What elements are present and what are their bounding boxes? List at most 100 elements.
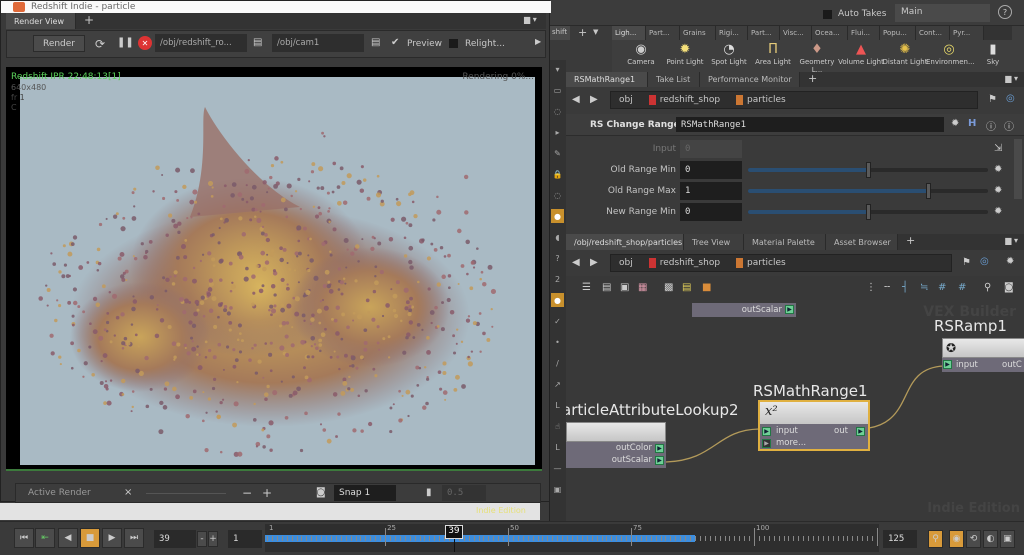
view-tool-icon[interactable]: • — [551, 335, 564, 349]
shelf-tab[interactable]: Grains — [680, 26, 716, 40]
stop-icon[interactable]: ✕ — [138, 36, 152, 50]
shelf-tool[interactable]: ◎ Environmen... — [926, 42, 975, 66]
zoom-slider[interactable] — [146, 493, 226, 494]
grid-snap-icon[interactable]: # — [958, 282, 966, 293]
add-tab-icon[interactable]: + — [578, 26, 587, 39]
zoom-out-button[interactable]: − — [242, 486, 252, 500]
crumb-obj[interactable]: obj — [619, 95, 633, 105]
view-tool-icon[interactable]: ↗ — [551, 377, 564, 391]
step-back-button[interactable]: ⇤ — [35, 528, 55, 548]
shelf-tool[interactable]: ◉ Camera — [618, 42, 664, 66]
view-tool-icon[interactable]: ● — [551, 293, 564, 307]
align-icon[interactable]: ⋮ — [866, 282, 876, 293]
network-box-icon[interactable]: ■ — [702, 282, 711, 293]
current-frame-field[interactable]: 39 — [154, 530, 196, 548]
loop-button[interactable]: ⟲ — [966, 530, 981, 548]
shelf-tool[interactable]: ✹ Point Light — [662, 42, 708, 66]
options-button[interactable]: ▣ — [1000, 530, 1015, 548]
view-tool-icon[interactable]: ☝ — [551, 419, 564, 433]
output-port[interactable]: ▶ — [785, 305, 794, 314]
step-field[interactable]: 1 — [228, 530, 262, 548]
pane-menu-icon[interactable]: ▆ ▾ — [1005, 236, 1018, 245]
link-icon[interactable]: ◎ — [980, 256, 989, 267]
shelf-tab[interactable]: Pyr... — [950, 26, 984, 40]
view-tool-icon[interactable]: ✎ — [551, 146, 564, 160]
rop-path-field[interactable]: /obj/redshift_ro... — [155, 34, 247, 52]
crumb-particles[interactable]: particles — [736, 258, 786, 268]
param-scrollbar[interactable] — [1014, 139, 1022, 199]
timeline-bar[interactable]: 1 25 50 75 100 39 — [265, 524, 879, 552]
more-port[interactable]: ▶ — [762, 439, 771, 448]
pause-icon[interactable]: ❚❚ — [117, 37, 134, 48]
snapshot-icon[interactable]: ◙ — [316, 487, 326, 498]
path-breadcrumb[interactable]: obj redshift_shop particles — [610, 254, 952, 272]
camera-path-field[interactable]: /obj/cam1 — [272, 34, 364, 52]
active-render-select[interactable]: Active Render — [28, 488, 91, 498]
back-icon[interactable]: ◀ — [572, 257, 580, 268]
view-tool-icon[interactable]: ◖ — [551, 230, 564, 244]
shelf-tab[interactable]: Rigi... — [716, 26, 748, 40]
gear-icon[interactable]: ✹ — [994, 206, 1002, 217]
node-name-field[interactable]: RSMathRange1 — [676, 117, 944, 132]
view-tool-icon[interactable]: ▾ — [551, 62, 564, 76]
render-viewport[interactable]: Redshift IPR 22:48:13[1] 640x480 fr 1 C … — [6, 67, 542, 471]
play-button[interactable]: ▶ — [102, 528, 122, 548]
gear-icon[interactable]: ✹ — [994, 185, 1002, 196]
key-button[interactable]: ⚲ — [928, 530, 943, 548]
expand-arrow-icon[interactable]: ▶ — [535, 37, 541, 46]
slider-handle[interactable] — [866, 204, 871, 220]
dash-icon[interactable]: ╌ — [884, 282, 890, 293]
shelf-tab[interactable]: Popu... — [880, 26, 916, 40]
output-port[interactable]: ▶ — [655, 444, 664, 453]
shelf-tool[interactable]: ▮ Sky — [970, 42, 1016, 66]
shelf-tool[interactable]: ▲ Volume Light — [838, 42, 884, 66]
param-slider[interactable] — [748, 204, 988, 220]
zoom-in-button[interactable]: + — [262, 486, 272, 500]
grid-icon[interactable]: # — [938, 282, 946, 293]
param-value-field[interactable]: 0 — [680, 161, 742, 179]
tab[interactable]: Material Palette — [744, 234, 826, 250]
shelf-tab[interactable]: Part... — [646, 26, 680, 40]
shelf-left-tab[interactable]: shift — [550, 26, 570, 40]
pane-menu-icon[interactable]: ▆ ▾ — [524, 15, 537, 24]
shelf-tab[interactable]: Visc... — [780, 26, 812, 40]
shelf-tool[interactable]: ♦ Geometry L... — [794, 42, 840, 74]
view-tool-icon[interactable]: L — [551, 398, 564, 412]
question-icon[interactable]: ⓘ — [1004, 118, 1014, 133]
tab[interactable]: Take List — [648, 72, 700, 87]
shelf-tab[interactable]: Cont... — [916, 26, 950, 40]
audio-button[interactable]: ◐ — [983, 530, 998, 548]
tab[interactable]: /obj/redshift_shop/particles — [566, 234, 684, 250]
tab[interactable]: RSMathRange1 — [566, 72, 648, 87]
view-tool-icon[interactable]: ? — [551, 251, 564, 265]
path-breadcrumb[interactable]: obj redshift_shop particles — [610, 91, 978, 109]
param-slider[interactable] — [748, 183, 988, 199]
crumb-obj[interactable]: obj — [619, 258, 633, 268]
shelf-tool[interactable]: ✺ Distant Light — [882, 42, 928, 66]
select-camera-icon[interactable]: ▤ — [371, 37, 380, 48]
forward-icon[interactable]: ▶ — [590, 94, 598, 105]
input-port[interactable]: ▶ — [762, 427, 771, 436]
back-icon[interactable]: ◀ — [572, 94, 580, 105]
shelf-tab[interactable]: Part... — [748, 26, 780, 40]
refresh-icon[interactable]: ⟳ — [95, 37, 105, 51]
pin-icon[interactable]: ⚑ — [962, 257, 971, 268]
jump-end-button[interactable]: ⏭ — [124, 528, 144, 548]
view-tool-icon[interactable]: ▸ — [551, 125, 564, 139]
pane-menu-icon[interactable]: ▆ ▾ — [1005, 74, 1018, 83]
frame-decrement[interactable]: - — [197, 531, 207, 547]
end-frame-field[interactable]: 125 — [883, 530, 917, 548]
view-icon[interactable]: ◙ — [1004, 282, 1014, 293]
gear-icon[interactable]: ✹ — [994, 164, 1002, 175]
link-icon[interactable]: ◎ — [1006, 93, 1015, 104]
stop-button[interactable]: ■ — [80, 528, 100, 548]
tab-render-view[interactable]: Render View — [6, 13, 76, 29]
snap-field[interactable]: Snap 1 — [334, 485, 396, 501]
play-reverse-button[interactable]: ◀ — [58, 528, 78, 548]
select-rop-icon[interactable]: ▤ — [253, 37, 262, 48]
view-tool-icon[interactable]: ● — [551, 209, 564, 223]
render-button[interactable]: Render — [33, 35, 85, 52]
add-tab-icon[interactable]: + — [808, 72, 817, 85]
gear-icon[interactable]: ✹ — [1006, 256, 1014, 267]
info-icon[interactable]: ⓘ — [986, 118, 996, 133]
